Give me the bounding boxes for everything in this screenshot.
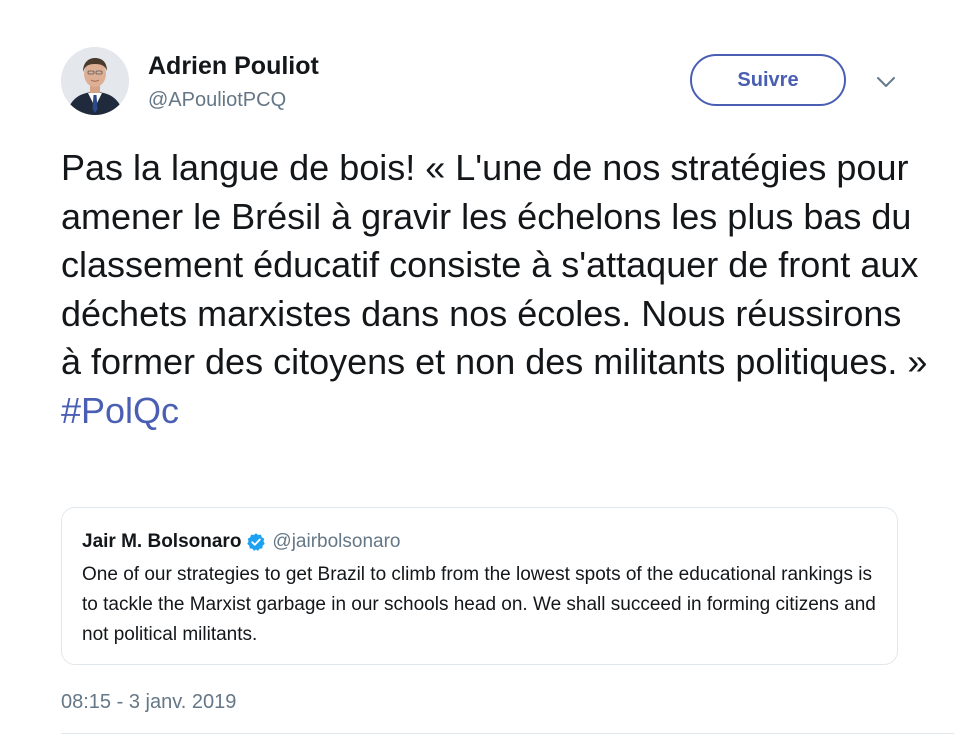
verified-badge-icon — [246, 532, 266, 552]
follow-button[interactable]: Suivre — [690, 54, 846, 106]
quoted-author-handle: @jairbolsonaro — [272, 531, 401, 552]
chevron-down-icon[interactable] — [874, 72, 898, 92]
tweet-body: Pas la langue de bois! « L'une de nos st… — [61, 147, 928, 382]
quoted-author-name: Jair M. Bolsonaro — [82, 531, 242, 552]
avatar-portrait — [61, 47, 129, 115]
quoted-tweet-header: Jair M. Bolsonaro @jairbolsonaro — [82, 528, 401, 556]
quoted-tweet[interactable]: Jair M. Bolsonaro @jairbolsonaro One of … — [61, 507, 898, 665]
author-handle[interactable]: @APouliotPCQ — [148, 87, 286, 113]
tweet-card: Adrien Pouliot @APouliotPCQ Suivre Pas l… — [0, 0, 954, 736]
quoted-tweet-text: One of our strategies to get Brazil to c… — [82, 564, 876, 645]
divider — [61, 733, 954, 734]
tweet-timestamp[interactable]: 08:15 - 3 janv. 2019 — [61, 689, 236, 715]
avatar[interactable] — [61, 47, 129, 115]
hashtag-link[interactable]: #PolQc — [61, 390, 179, 431]
author-name[interactable]: Adrien Pouliot — [148, 50, 319, 82]
tweet-text: Pas la langue de bois! « L'une de nos st… — [61, 144, 931, 435]
